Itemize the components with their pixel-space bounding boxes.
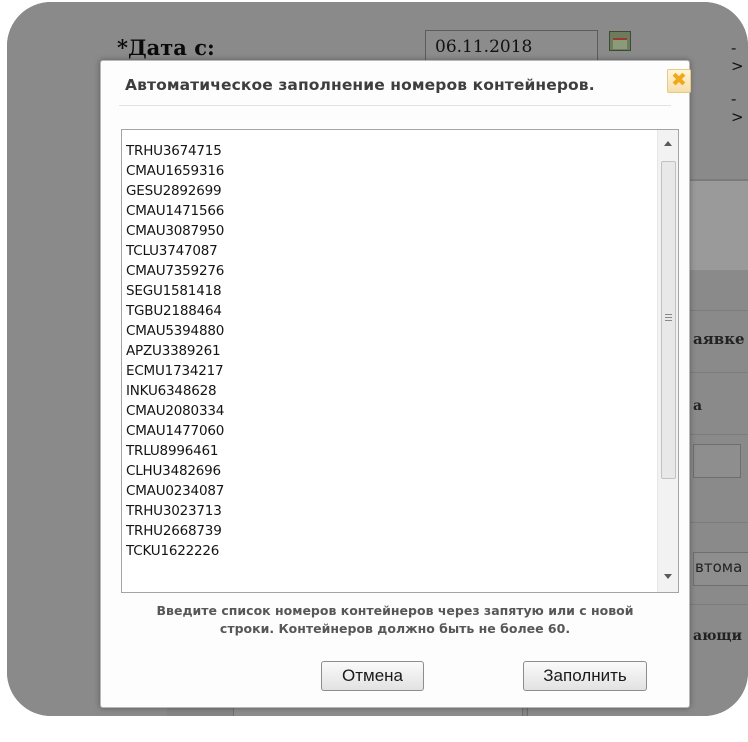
background-fragment: аявке: [693, 330, 745, 348]
containers-textarea-value: TRHU3674715 CMAU1659316 GESU2892699 CMAU…: [126, 143, 225, 559]
containers-textarea[interactable]: TRHU3674715 CMAU1659316 GESU2892699 CMAU…: [121, 129, 679, 593]
fill-button[interactable]: Заполнить: [523, 661, 647, 691]
textarea-scrollbar[interactable]: [657, 130, 678, 592]
input-hint: Введите список номеров контейнеров через…: [101, 602, 689, 638]
close-button[interactable]: ✖: [667, 69, 691, 93]
scroll-up-arrow-icon[interactable]: [664, 141, 672, 146]
background-input[interactable]: [693, 444, 741, 478]
background-fragment: ающи: [693, 628, 742, 644]
hint-line-2: строки. Контейнеров должно быть не более…: [219, 621, 571, 636]
scroll-thumb[interactable]: [661, 161, 676, 479]
background-fragment: а: [693, 398, 703, 414]
arrow-link-1[interactable]: ->: [731, 39, 748, 75]
hint-line-1: Введите список номеров контейнеров через…: [156, 603, 634, 618]
dialog-title: Автоматическое заполнение номеров контей…: [125, 76, 595, 94]
arrow-link-2[interactable]: ->: [731, 90, 748, 126]
close-icon: ✖: [671, 69, 687, 91]
scroll-down-arrow-icon[interactable]: [664, 574, 672, 579]
title-separator: [119, 105, 671, 106]
screenshot-frame: *Дата с: 06.11.2018 -> -> аявке а втома …: [7, 2, 748, 716]
background-fragment: втома: [695, 558, 743, 576]
date-from-label: *Дата с:: [117, 35, 215, 60]
calendar-icon[interactable]: [609, 31, 631, 51]
date-from-input[interactable]: 06.11.2018: [425, 30, 598, 62]
autofill-containers-dialog: Автоматическое заполнение номеров контей…: [100, 60, 691, 708]
cancel-button[interactable]: Отмена: [321, 661, 424, 691]
grip-icon: [665, 314, 672, 321]
